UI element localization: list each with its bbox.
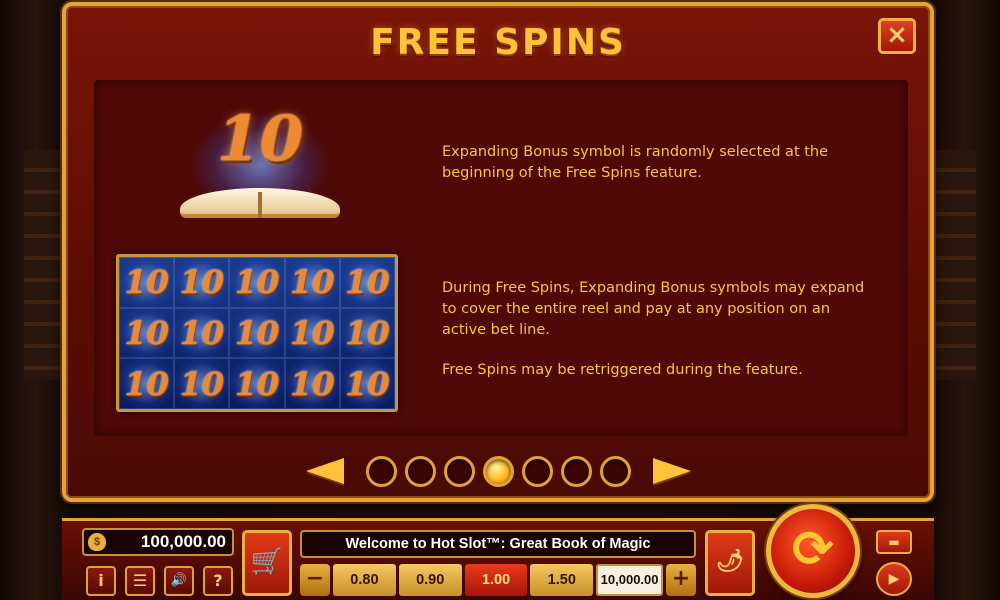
reel-symbol: 10 bbox=[174, 257, 230, 308]
money-bag-icon: $ bbox=[88, 533, 106, 551]
next-page-arrow-icon[interactable] bbox=[652, 458, 691, 484]
page-dot[interactable] bbox=[560, 455, 592, 487]
close-icon: × bbox=[886, 20, 908, 50]
bet-selector: − 0.80 0.90 1.00 1.50 10,000.00 + bbox=[300, 564, 696, 596]
increase-bet-button[interactable]: + bbox=[665, 564, 696, 596]
bet-option[interactable]: 0.80 bbox=[333, 564, 396, 596]
help-button[interactable]: ? bbox=[203, 566, 233, 596]
play-icon: ▶ bbox=[888, 571, 900, 587]
page-dot-active[interactable] bbox=[482, 455, 514, 487]
page-dot[interactable] bbox=[443, 455, 475, 487]
balance-display: $ 100,000.00 bbox=[82, 528, 234, 556]
shop-button[interactable]: 🛒 bbox=[242, 530, 292, 596]
page-navigator bbox=[66, 454, 930, 488]
reel-symbol: 10 bbox=[229, 358, 285, 409]
bet-option-selected[interactable]: 1.00 bbox=[464, 564, 528, 596]
expanded-reels-grid: 10 10 10 10 10 10 10 10 10 10 10 10 10 10 10 bbox=[116, 254, 398, 412]
cart-icon: 🛒 bbox=[250, 547, 284, 577]
page-title: FREE SPINS bbox=[370, 22, 626, 63]
hot-feature-button[interactable]: 🌶 bbox=[705, 530, 755, 596]
spin-arrows-icon: ⟳ bbox=[792, 520, 834, 578]
background-pillar-right bbox=[930, 0, 1000, 600]
help-icon: ? bbox=[213, 571, 223, 590]
reel-symbol: 10 bbox=[284, 257, 340, 308]
quick-play-button[interactable]: ▶ bbox=[876, 562, 912, 596]
book-spine bbox=[258, 192, 262, 218]
reel-symbol: 10 bbox=[284, 358, 340, 409]
reel-symbol: 10 bbox=[174, 358, 230, 409]
menu-icon: ☰ bbox=[132, 571, 148, 590]
background-bookshelf bbox=[24, 150, 64, 380]
reel-symbol: 10 bbox=[284, 307, 340, 359]
description-paragraph-1: Expanding Bonus symbol is randomly selec… bbox=[442, 144, 829, 181]
reel-symbol: 10 bbox=[339, 307, 395, 359]
page-dots bbox=[365, 455, 631, 487]
balance-value: 100,000.00 bbox=[140, 532, 226, 551]
reel-symbol: 10 bbox=[119, 307, 175, 359]
bonus-symbol-number: 10 bbox=[216, 102, 304, 175]
bet-option[interactable]: 1.50 bbox=[530, 564, 594, 596]
sound-button[interactable]: 🔊 bbox=[164, 566, 194, 596]
info-button[interactable]: i bbox=[86, 566, 116, 596]
free-spins-panel: FREE SPINS × 10 10 10 10 10 10 10 10 10 10 10 10 10… bbox=[62, 2, 934, 502]
background-bookshelf bbox=[936, 150, 976, 380]
reel-symbol: 10 bbox=[119, 358, 175, 409]
close-button[interactable]: × bbox=[878, 18, 916, 54]
magic-book-illustration: 10 bbox=[170, 100, 350, 230]
reel-symbol: 10 bbox=[339, 257, 395, 308]
autoplay-button[interactable]: ▬ bbox=[876, 530, 912, 554]
reel-symbol: 10 bbox=[229, 307, 285, 359]
bet-option[interactable]: 0.90 bbox=[398, 564, 462, 596]
page-dot[interactable] bbox=[599, 455, 631, 487]
autoplay-icon: ▬ bbox=[888, 535, 900, 549]
reel-symbol: 10 bbox=[339, 358, 395, 409]
spin-button[interactable]: ⟳ bbox=[766, 504, 860, 598]
reel-symbol: 10 bbox=[119, 257, 175, 308]
feature-content: 10 10 10 10 10 10 10 10 10 10 10 10 10 10 10 10 Expand… bbox=[94, 80, 908, 436]
chili-pepper-icon: 🌶 bbox=[716, 549, 744, 574]
menu-button[interactable]: ☰ bbox=[125, 566, 155, 596]
info-icon: i bbox=[98, 571, 104, 590]
reel-symbol: 10 bbox=[174, 307, 230, 359]
total-bet-display: 10,000.00 bbox=[596, 564, 663, 596]
description-paragraph-3: Free Spins may be retriggered during the… bbox=[442, 362, 803, 378]
background-pillar-left bbox=[0, 0, 70, 600]
previous-page-arrow-icon[interactable] bbox=[305, 458, 344, 484]
decrease-bet-button[interactable]: − bbox=[300, 564, 330, 596]
welcome-message: Welcome to Hot Slot™: Great Book of Magi… bbox=[300, 530, 696, 558]
reel-symbol: 10 bbox=[229, 257, 285, 308]
description-paragraph-2: During Free Spins, Expanding Bonus symbo… bbox=[442, 280, 865, 338]
speaker-icon: 🔊 bbox=[170, 573, 188, 588]
page-dot[interactable] bbox=[404, 455, 436, 487]
page-dot[interactable] bbox=[521, 455, 553, 487]
page-dot[interactable] bbox=[365, 455, 397, 487]
